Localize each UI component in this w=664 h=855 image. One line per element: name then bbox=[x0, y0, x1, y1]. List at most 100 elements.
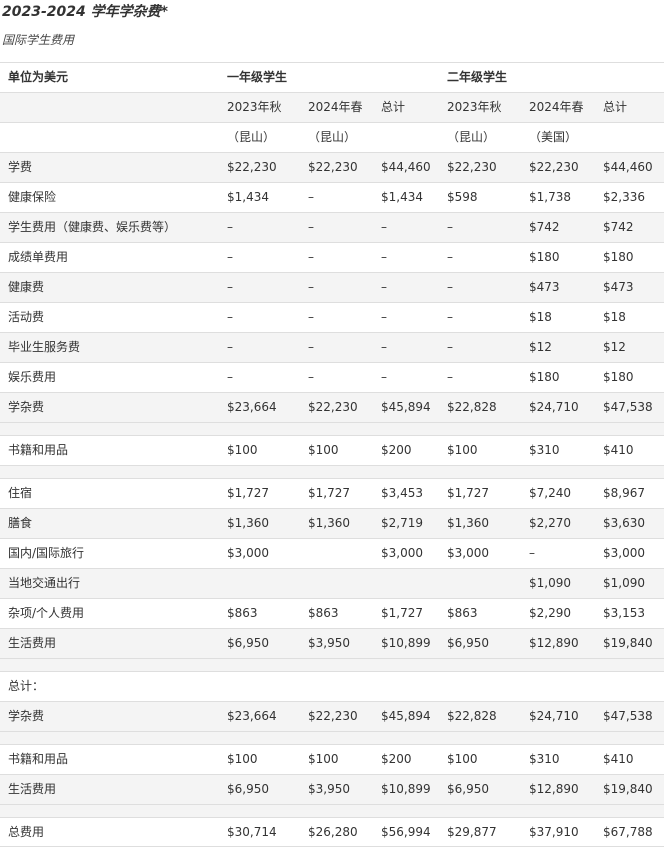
row-cell: $2,270 bbox=[529, 516, 571, 530]
row-separator bbox=[0, 422, 664, 435]
row-label: 学费 bbox=[8, 160, 33, 174]
row-cell: $7,240 bbox=[529, 486, 571, 500]
location-header-cell: （美国） bbox=[529, 130, 578, 144]
table-row: 生活费用 $6,950 $3,950 $10,899 $6,950 $12,890 $19,… bbox=[0, 774, 664, 804]
table-row: 健康保险 $1,434 – $1,434 $598 $1,738 $2,336 bbox=[0, 182, 664, 212]
row-cell: $310 bbox=[529, 752, 560, 766]
table-row: 学费 $22,230 $22,230 $44,460 $22,230 $22,230 $44… bbox=[0, 152, 664, 182]
row-cell: $100 bbox=[308, 443, 339, 457]
row-label: 娱乐费用 bbox=[8, 370, 57, 384]
row-cell: – bbox=[308, 310, 314, 324]
row-cell: $3,000 bbox=[381, 546, 423, 560]
row-cell: $1,360 bbox=[227, 516, 269, 530]
row-label: 活动费 bbox=[8, 310, 45, 324]
row-cell: $56,994 bbox=[381, 825, 431, 839]
unit-label: 单位为美元 bbox=[8, 70, 69, 84]
row-cell: $1,360 bbox=[447, 516, 489, 530]
row-cell: $24,710 bbox=[529, 709, 579, 723]
row-cell: $2,290 bbox=[529, 606, 571, 620]
row-cell: $30,714 bbox=[227, 825, 277, 839]
row-label: 健康保险 bbox=[8, 190, 57, 204]
row-label: 生活费用 bbox=[8, 782, 57, 796]
row-cell: $47,538 bbox=[603, 400, 653, 414]
row-cell: $45,894 bbox=[381, 709, 431, 723]
row-cell: $2,336 bbox=[603, 190, 645, 204]
term-header-cell: 2023年秋 bbox=[447, 100, 502, 114]
row-cell: $100 bbox=[447, 443, 478, 457]
row-cell: $863 bbox=[227, 606, 258, 620]
location-header-cell: （昆山） bbox=[227, 130, 276, 144]
row-cell: $45,894 bbox=[381, 400, 431, 414]
row-cell: $410 bbox=[603, 443, 634, 457]
row-cell: $180 bbox=[603, 370, 634, 384]
row-cell: $6,950 bbox=[227, 636, 269, 650]
row-cell: $1,090 bbox=[529, 576, 571, 590]
fee-table: 单位为美元 一年级学生 二年级学生 2023年秋 2024年春 总计 2023年… bbox=[0, 62, 664, 847]
row-separator bbox=[0, 465, 664, 478]
row-cell: $3,950 bbox=[308, 782, 350, 796]
term-header-row: 2023年秋 2024年春 总计 2023年秋 2024年春 总计 bbox=[0, 92, 664, 122]
table-row: 杂项/个人费用 $863 $863 $1,727 $863 $2,290 $3,153 bbox=[0, 598, 664, 628]
row-label: 学杂费 bbox=[8, 400, 45, 414]
row-cell: – bbox=[381, 340, 387, 354]
row-cell: $410 bbox=[603, 752, 634, 766]
location-header-cell: （昆山） bbox=[447, 130, 496, 144]
table-row: 生活费用 $6,950 $3,950 $10,899 $6,950 $12,890 $19,… bbox=[0, 628, 664, 658]
table-row: 总计： bbox=[0, 671, 664, 701]
location-header-cell: （昆山） bbox=[308, 130, 357, 144]
row-label: 书籍和用品 bbox=[8, 752, 69, 766]
row-cell: – bbox=[447, 340, 453, 354]
row-cell: $1,727 bbox=[447, 486, 489, 500]
row-cell: $180 bbox=[529, 370, 560, 384]
table-row: 学杂费 $23,664 $22,230 $45,894 $22,828 $24,710 $4… bbox=[0, 392, 664, 422]
row-cell: $863 bbox=[308, 606, 339, 620]
row-cell: $26,280 bbox=[308, 825, 358, 839]
row-cell: $47,538 bbox=[603, 709, 653, 723]
row-label: 膳食 bbox=[8, 516, 33, 530]
row-cell: $100 bbox=[447, 752, 478, 766]
row-separator bbox=[0, 731, 664, 744]
row-cell: $37,910 bbox=[529, 825, 579, 839]
row-cell: $3,950 bbox=[308, 636, 350, 650]
row-cell: $24,710 bbox=[529, 400, 579, 414]
row-cell: $180 bbox=[529, 250, 560, 264]
table-row: 住宿 $1,727 $1,727 $3,453 $1,727 $7,240 $8,967 bbox=[0, 478, 664, 508]
row-cell: $3,453 bbox=[381, 486, 423, 500]
row-cell: $100 bbox=[308, 752, 339, 766]
row-cell: – bbox=[447, 310, 453, 324]
row-cell: – bbox=[381, 280, 387, 294]
row-cell: $200 bbox=[381, 443, 412, 457]
row-cell: – bbox=[447, 250, 453, 264]
row-cell: – bbox=[308, 340, 314, 354]
row-cell: $3,000 bbox=[603, 546, 645, 560]
year2-header: 二年级学生 bbox=[447, 70, 508, 84]
row-label: 健康费 bbox=[8, 280, 45, 294]
row-cell: $3,000 bbox=[227, 546, 269, 560]
row-cell: $67,788 bbox=[603, 825, 653, 839]
row-cell: $22,230 bbox=[308, 400, 358, 414]
row-label: 住宿 bbox=[8, 486, 33, 500]
row-cell: $6,950 bbox=[447, 782, 489, 796]
row-cell: $22,230 bbox=[447, 160, 497, 174]
row-cell: – bbox=[308, 370, 314, 384]
row-cell: – bbox=[227, 250, 233, 264]
row-cell: $23,664 bbox=[227, 400, 277, 414]
row-cell: $3,630 bbox=[603, 516, 645, 530]
row-cell: $22,230 bbox=[227, 160, 277, 174]
table-row: 活动费 – – – – $18 $18 bbox=[0, 302, 664, 332]
table-row: 成绩单费用 – – – – $180 $180 bbox=[0, 242, 664, 272]
row-cell: $1,738 bbox=[529, 190, 571, 204]
row-cell: $1,360 bbox=[308, 516, 350, 530]
table-row: 学杂费 $23,664 $22,230 $45,894 $22,828 $24,710 $4… bbox=[0, 701, 664, 731]
row-cell: $44,460 bbox=[381, 160, 431, 174]
row-cell: – bbox=[308, 280, 314, 294]
row-cell: $1,727 bbox=[308, 486, 350, 500]
row-cell: – bbox=[529, 546, 535, 560]
row-cell: $22,828 bbox=[447, 400, 497, 414]
term-header-cell: 总计 bbox=[603, 100, 628, 114]
row-cell: – bbox=[227, 220, 233, 234]
row-label: 生活费用 bbox=[8, 636, 57, 650]
row-cell: $1,434 bbox=[381, 190, 423, 204]
row-cell: – bbox=[381, 370, 387, 384]
row-cell: – bbox=[308, 250, 314, 264]
